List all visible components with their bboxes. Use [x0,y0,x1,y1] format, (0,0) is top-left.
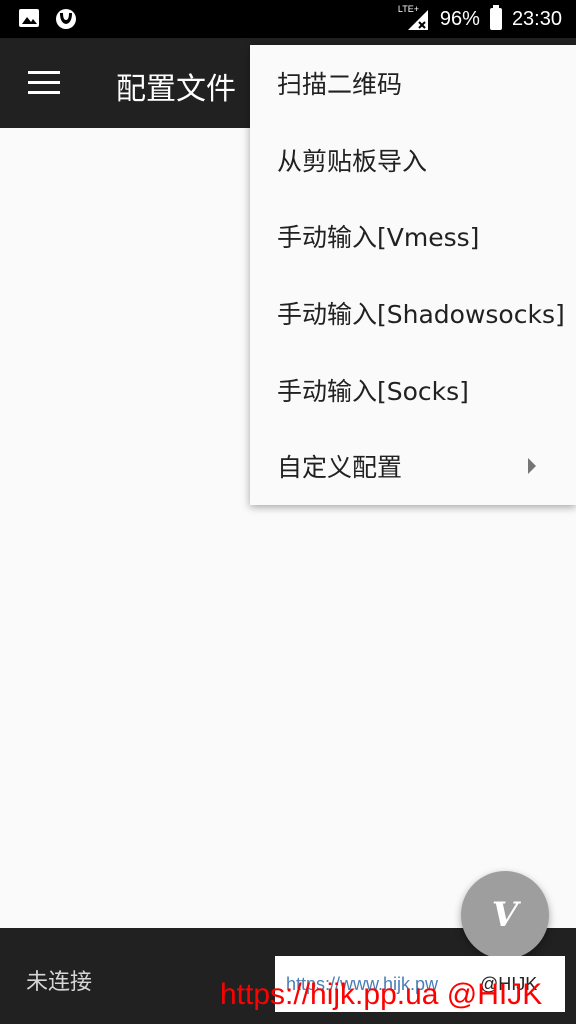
watermark-red-text: https://hijk.pp.ua @HIJK [220,978,543,1011]
hamburger-menu-icon[interactable] [28,71,60,95]
menu-item-scan-qrcode[interactable]: 扫描二维码 [250,45,576,122]
menu-item-import-clipboard[interactable]: 从剪贴板导入 [250,122,576,199]
menu-item-manual-socks[interactable]: 手动输入[Socks] [250,351,576,428]
menu-item-custom-config[interactable]: 自定义配置 [250,428,576,505]
image-icon [19,9,39,27]
face-app-icon [56,9,76,29]
overflow-menu: 扫描二维码 从剪贴板导入 手动输入[Vmess] 手动输入[Shadowsock… [250,45,576,505]
menu-item-label: 自定义配置 [277,453,403,483]
status-bar-system: LTE+ 96% 23:30 [398,4,562,32]
menu-item-manual-vmess[interactable]: 手动输入[Vmess] [250,198,576,275]
connect-fab-button[interactable]: V [461,871,549,959]
submenu-arrow-icon [528,457,536,474]
battery-icon [489,5,502,30]
page-title: 配置文件 [116,72,236,107]
v-logo-icon: V [491,895,519,935]
clock: 23:30 [511,7,562,30]
menu-item-manual-shadowsocks[interactable]: 手动输入[Shadowsocks] [250,275,576,352]
connection-status: 未连接 [26,970,93,995]
signal-icon: LTE+ [398,4,430,32]
status-bar: LTE+ 96% 23:30 [0,0,576,38]
status-bar-notifications [18,7,78,31]
battery-percent: 96% [439,7,480,30]
